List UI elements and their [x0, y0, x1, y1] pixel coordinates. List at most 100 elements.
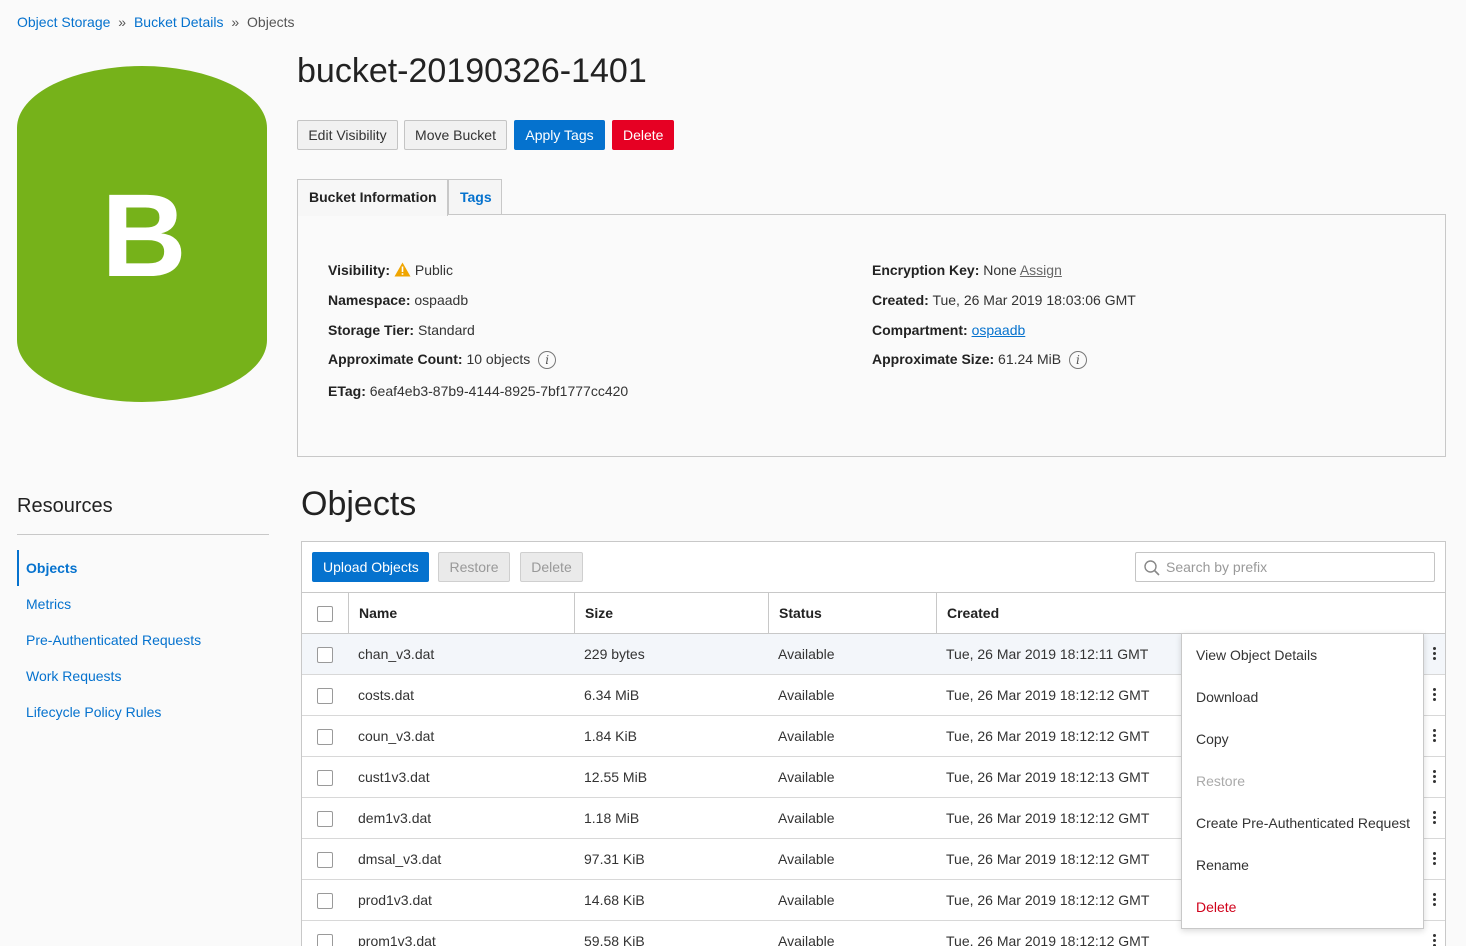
menu-create-par[interactable]: Create Pre-Authenticated Request — [1196, 815, 1410, 831]
resource-work-requests[interactable]: Work Requests — [17, 658, 269, 694]
object-created: Tue, 26 Mar 2019 18:12:12 GMT — [946, 933, 1150, 946]
resources-title: Resources — [17, 495, 113, 517]
row-checkbox[interactable] — [317, 647, 333, 663]
object-created: Tue, 26 Mar 2019 18:12:13 GMT — [946, 769, 1150, 785]
object-status: Available — [778, 892, 835, 908]
resource-metrics[interactable]: Metrics — [17, 586, 269, 622]
object-status: Available — [778, 728, 835, 744]
namespace-label: Namespace: — [328, 292, 411, 308]
menu-view-object-details[interactable]: View Object Details — [1196, 647, 1317, 663]
column-name[interactable]: Name — [348, 593, 575, 633]
row-checkbox[interactable] — [317, 770, 333, 786]
object-created: Tue, 26 Mar 2019 18:12:12 GMT — [946, 728, 1150, 744]
namespace-value: ospaadb — [414, 292, 469, 308]
object-name: cust1v3.dat — [358, 769, 430, 785]
menu-delete[interactable]: Delete — [1196, 899, 1236, 915]
row-actions-icon[interactable] — [1427, 686, 1441, 706]
menu-copy[interactable]: Copy — [1196, 731, 1229, 747]
bucket-letter: B — [101, 170, 186, 302]
row-checkbox[interactable] — [317, 688, 333, 704]
created-value: Tue, 26 Mar 2019 18:03:06 GMT — [932, 292, 1136, 308]
row-checkbox[interactable] — [317, 811, 333, 827]
object-status: Available — [778, 687, 835, 703]
object-status: Available — [778, 646, 835, 662]
table-header: Name Size Status Created — [302, 592, 1445, 634]
search-icon — [1144, 560, 1160, 576]
encryption-key-label: Encryption Key: — [872, 262, 980, 278]
approx-size-label: Approximate Size: — [872, 351, 995, 367]
breadcrumb-separator: » — [231, 14, 240, 30]
warning-icon — [394, 262, 411, 277]
storage-tier-field: Storage Tier: Standard — [328, 322, 475, 338]
info-icon[interactable]: i — [538, 351, 557, 370]
compartment-label: Compartment: — [872, 322, 968, 338]
object-created: Tue, 26 Mar 2019 18:12:12 GMT — [946, 892, 1150, 908]
tab-tags[interactable]: Tags — [448, 179, 502, 215]
object-created: Tue, 26 Mar 2019 18:12:11 GMT — [946, 646, 1149, 662]
object-created: Tue, 26 Mar 2019 18:12:12 GMT — [946, 851, 1150, 867]
delete-bucket-button[interactable]: Delete — [612, 120, 674, 150]
objects-title: Objects — [301, 485, 417, 523]
row-actions-icon[interactable] — [1427, 645, 1441, 665]
compartment-link[interactable]: ospaadb — [972, 322, 1026, 338]
row-actions-icon[interactable] — [1427, 850, 1441, 870]
row-actions-icon[interactable] — [1427, 768, 1441, 788]
object-size: 97.31 KiB — [584, 851, 645, 867]
object-name: dem1v3.dat — [358, 810, 432, 826]
column-created[interactable]: Created — [936, 593, 1445, 633]
object-name: dmsal_v3.dat — [358, 851, 442, 867]
resource-objects[interactable]: Objects — [17, 550, 269, 586]
storage-tier-value: Standard — [418, 322, 475, 338]
approx-count-label: Approximate Count: — [328, 351, 463, 367]
resource-pre-authenticated-requests[interactable]: Pre-Authenticated Requests — [17, 622, 269, 658]
visibility-label: Visibility: — [328, 262, 390, 278]
menu-rename[interactable]: Rename — [1196, 857, 1249, 873]
row-actions-icon[interactable] — [1427, 932, 1441, 946]
namespace-field: Namespace: ospaadb — [328, 292, 468, 308]
page-title: bucket-20190326-1401 — [297, 52, 647, 90]
bucket-icon: B — [17, 66, 267, 402]
resource-lifecycle-policy-rules[interactable]: Lifecycle Policy Rules — [17, 694, 269, 730]
select-all-checkbox[interactable] — [317, 606, 333, 622]
object-actions-menu: View Object Details Download Copy Restor… — [1181, 633, 1424, 929]
object-size: 229 bytes — [584, 646, 645, 662]
search-input[interactable]: Search by prefix — [1135, 552, 1435, 582]
breadcrumb-bucket-details[interactable]: Bucket Details — [134, 14, 223, 30]
object-name: chan_v3.dat — [358, 646, 435, 662]
breadcrumb-object-storage[interactable]: Object Storage — [17, 14, 110, 30]
restore-button[interactable]: Restore — [438, 552, 510, 582]
object-size: 14.68 KiB — [584, 892, 645, 908]
edit-visibility-button[interactable]: Edit Visibility — [297, 120, 398, 150]
column-size[interactable]: Size — [574, 593, 769, 633]
bucket-info-panel: Visibility: Public Namespace: ospaadb St… — [297, 214, 1446, 457]
approx-count-value: 10 objects — [466, 351, 531, 367]
created-field: Created: Tue, 26 Mar 2019 18:03:06 GMT — [872, 292, 1136, 308]
column-status[interactable]: Status — [768, 593, 936, 633]
row-checkbox[interactable] — [317, 852, 333, 868]
row-actions-icon[interactable] — [1427, 727, 1441, 747]
storage-tier-label: Storage Tier: — [328, 322, 415, 338]
move-bucket-button[interactable]: Move Bucket — [404, 120, 507, 150]
apply-tags-button[interactable]: Apply Tags — [514, 120, 605, 150]
tab-bucket-information[interactable]: Bucket Information — [297, 179, 448, 216]
object-size: 6.34 MiB — [584, 687, 640, 703]
row-checkbox[interactable] — [317, 893, 333, 909]
delete-objects-button[interactable]: Delete — [520, 552, 583, 582]
row-actions-icon[interactable] — [1427, 809, 1441, 829]
etag-field: ETag: 6eaf4eb3-87b9-4144-8925-7bf1777cc4… — [328, 383, 628, 399]
info-icon[interactable]: i — [1068, 351, 1087, 370]
encryption-key-value: None — [983, 262, 1017, 278]
row-checkbox[interactable] — [317, 934, 333, 946]
visibility-field: Visibility: Public — [328, 262, 453, 278]
menu-restore[interactable]: Restore — [1196, 773, 1245, 789]
object-created: Tue, 26 Mar 2019 18:12:12 GMT — [946, 810, 1150, 826]
menu-download[interactable]: Download — [1196, 689, 1258, 705]
assign-key-link[interactable]: Assign — [1020, 262, 1062, 278]
row-actions-icon[interactable] — [1427, 891, 1441, 911]
upload-objects-button[interactable]: Upload Objects — [312, 552, 429, 582]
object-name: coun_v3.dat — [358, 728, 435, 744]
etag-value: 6eaf4eb3-87b9-4144-8925-7bf1777cc420 — [369, 383, 629, 399]
object-status: Available — [778, 851, 835, 867]
breadcrumb-separator: » — [118, 14, 127, 30]
row-checkbox[interactable] — [317, 729, 333, 745]
